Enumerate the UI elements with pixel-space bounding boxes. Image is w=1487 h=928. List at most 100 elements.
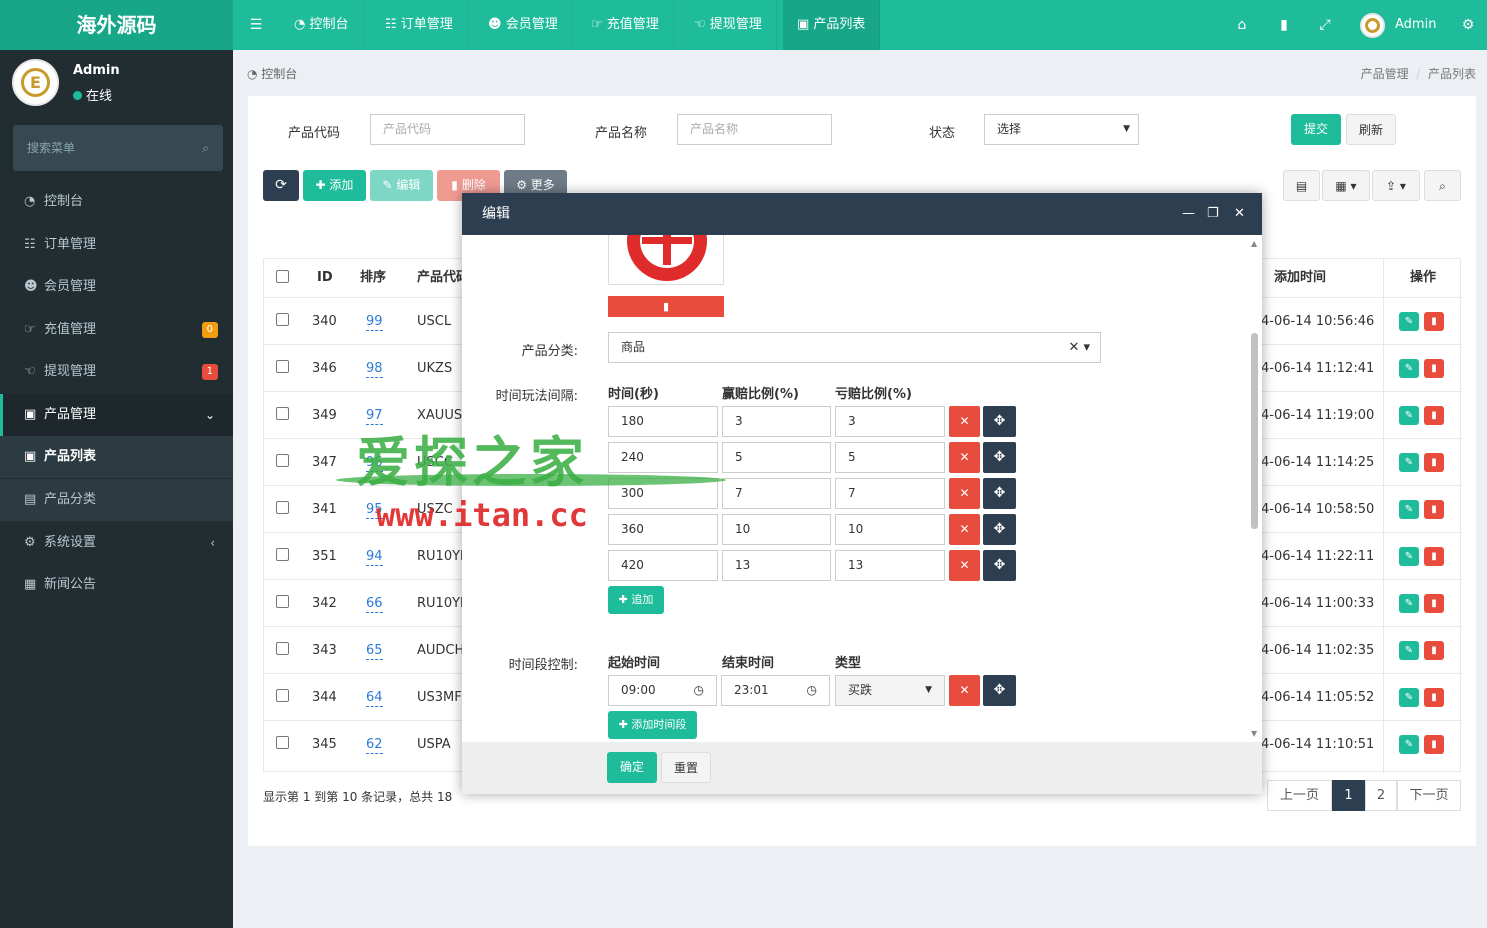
columns-button[interactable]: ▦ ▾ bbox=[1322, 170, 1370, 201]
row-edit-button[interactable]: ✎ bbox=[1399, 500, 1419, 519]
row-checkbox[interactable] bbox=[276, 689, 289, 702]
remove-interval-button[interactable]: ✕ bbox=[949, 550, 980, 581]
end-time-input[interactable]: 23:01 ◷ bbox=[721, 675, 830, 706]
remove-image-button[interactable]: ▮ bbox=[608, 296, 724, 317]
next-page-button[interactable]: 下一页 bbox=[1397, 780, 1461, 811]
row-delete-button[interactable]: ▮ bbox=[1424, 688, 1444, 707]
interval-win-input[interactable]: 7 bbox=[722, 478, 831, 509]
row-sort[interactable]: 66 bbox=[366, 580, 383, 627]
brand-title[interactable]: 海外源码 bbox=[0, 0, 233, 50]
code-filter-input[interactable]: 产品代码 bbox=[370, 114, 525, 145]
row-sort[interactable]: 64 bbox=[366, 674, 383, 721]
settings-gear-icon[interactable]: ⚙ bbox=[1448, 0, 1487, 50]
row-sort[interactable]: 95 bbox=[366, 486, 383, 533]
export-button[interactable]: ⇪ ▾ bbox=[1372, 170, 1420, 201]
minimize-icon[interactable]: — bbox=[1182, 193, 1195, 235]
select-all-checkbox[interactable] bbox=[276, 270, 289, 283]
maximize-icon[interactable]: ❐ bbox=[1207, 193, 1219, 235]
row-edit-button[interactable]: ✎ bbox=[1399, 453, 1419, 472]
row-edit-button[interactable]: ✎ bbox=[1399, 735, 1419, 754]
fullscreen-icon[interactable]: ⤢ bbox=[1305, 0, 1345, 50]
interval-loss-input[interactable]: 13 bbox=[835, 550, 945, 581]
sidebar-item-withdraw[interactable]: ☜ 提现管理 1 bbox=[0, 351, 233, 393]
start-time-input[interactable]: 09:00 ◷ bbox=[608, 675, 717, 706]
dialog-scrollbar[interactable]: ▲ ▼ bbox=[1251, 239, 1258, 742]
toggle-view-button[interactable]: ▤ bbox=[1283, 170, 1320, 201]
col-header-time[interactable]: 添加时间 bbox=[1274, 259, 1326, 297]
type-select[interactable]: 买跌 ▼ bbox=[835, 675, 945, 706]
row-edit-button[interactable]: ✎ bbox=[1399, 359, 1419, 378]
remove-period-button[interactable]: ✕ bbox=[949, 675, 980, 706]
row-delete-button[interactable]: ▮ bbox=[1424, 547, 1444, 566]
row-edit-button[interactable]: ✎ bbox=[1399, 641, 1419, 660]
interval-win-input[interactable]: 5 bbox=[722, 442, 831, 473]
row-sort[interactable]: 65 bbox=[366, 627, 383, 674]
row-sort[interactable]: 98 bbox=[366, 345, 383, 392]
confirm-button[interactable]: 确定 bbox=[607, 752, 657, 783]
row-delete-button[interactable]: ▮ bbox=[1424, 500, 1444, 519]
row-checkbox[interactable] bbox=[276, 360, 289, 373]
sidebar-item-system-settings[interactable]: ⚙ 系统设置 ‹ bbox=[0, 522, 233, 564]
row-delete-button[interactable]: ▮ bbox=[1424, 735, 1444, 754]
submit-button[interactable]: 提交 bbox=[1291, 114, 1341, 145]
row-checkbox[interactable] bbox=[276, 454, 289, 467]
menu-search-input[interactable]: 搜索菜单 ⌕ bbox=[13, 125, 223, 171]
interval-win-input[interactable]: 10 bbox=[722, 514, 831, 545]
search-icon[interactable]: ⌕ bbox=[202, 125, 209, 171]
append-button[interactable]: ✚ 追加 bbox=[608, 586, 664, 614]
scroll-down-icon[interactable]: ▼ bbox=[1251, 729, 1257, 738]
name-filter-input[interactable]: 产品名称 bbox=[677, 114, 832, 145]
interval-time-input[interactable]: 360 bbox=[608, 514, 718, 545]
interval-win-input[interactable]: 13 bbox=[722, 550, 831, 581]
top-avatar[interactable] bbox=[1360, 13, 1385, 38]
row-checkbox[interactable] bbox=[276, 313, 289, 326]
row-checkbox[interactable] bbox=[276, 642, 289, 655]
prev-page-button[interactable]: 上一页 bbox=[1267, 780, 1332, 811]
sidebar-item-product-list[interactable]: ▣ 产品列表 bbox=[0, 436, 233, 478]
row-checkbox[interactable] bbox=[276, 736, 289, 749]
refresh-button[interactable]: 刷新 bbox=[1346, 114, 1396, 145]
add-period-button[interactable]: ✚ 添加时间段 bbox=[608, 711, 697, 739]
row-edit-button[interactable]: ✎ bbox=[1399, 406, 1419, 425]
sidebar-item-members[interactable]: ☻ 会员管理 bbox=[0, 266, 233, 308]
reload-button[interactable]: ⟳ bbox=[263, 170, 299, 201]
nav-dashboard[interactable]: ◔ 控制台 bbox=[280, 0, 364, 50]
row-edit-button[interactable]: ✎ bbox=[1399, 594, 1419, 613]
interval-loss-input[interactable]: 10 bbox=[835, 514, 945, 545]
scroll-up-icon[interactable]: ▲ bbox=[1251, 239, 1257, 248]
row-checkbox[interactable] bbox=[276, 548, 289, 561]
row-delete-button[interactable]: ▮ bbox=[1424, 312, 1444, 331]
interval-loss-input[interactable]: 7 bbox=[835, 478, 945, 509]
row-sort[interactable]: 62 bbox=[366, 721, 383, 768]
clear-caret-icon[interactable]: ✕ ▾ bbox=[1068, 333, 1090, 362]
row-delete-button[interactable]: ▮ bbox=[1424, 359, 1444, 378]
row-sort[interactable]: 99 bbox=[366, 298, 383, 345]
row-sort[interactable]: 97 bbox=[366, 392, 383, 439]
home-icon[interactable]: ⌂ bbox=[1222, 0, 1262, 50]
drag-interval-handle[interactable]: ✥ bbox=[983, 514, 1016, 545]
close-icon[interactable]: ✕ bbox=[1234, 193, 1245, 235]
interval-loss-input[interactable]: 3 bbox=[835, 406, 945, 437]
drag-interval-handle[interactable]: ✥ bbox=[983, 478, 1016, 509]
row-delete-button[interactable]: ▮ bbox=[1424, 453, 1444, 472]
col-header-sort[interactable]: 排序 bbox=[360, 259, 386, 297]
drag-interval-handle[interactable]: ✥ bbox=[983, 550, 1016, 581]
row-delete-button[interactable]: ▮ bbox=[1424, 641, 1444, 660]
row-edit-button[interactable]: ✎ bbox=[1399, 688, 1419, 707]
status-select[interactable]: 选择 ▼ bbox=[984, 114, 1139, 145]
sidebar-item-dashboard[interactable]: ◔ 控制台 bbox=[0, 181, 233, 223]
interval-time-input[interactable]: 420 bbox=[608, 550, 718, 581]
row-edit-button[interactable]: ✎ bbox=[1399, 312, 1419, 331]
row-delete-button[interactable]: ▮ bbox=[1424, 406, 1444, 425]
interval-loss-input[interactable]: 5 bbox=[835, 442, 945, 473]
add-button[interactable]: ✚ 添加 bbox=[303, 170, 366, 201]
page-2-button[interactable]: 2 bbox=[1365, 780, 1397, 811]
nav-members[interactable]: ☻ 会员管理 bbox=[474, 0, 573, 50]
row-checkbox[interactable] bbox=[276, 501, 289, 514]
row-sort[interactable]: 96 bbox=[366, 439, 383, 486]
sidebar-item-product-category[interactable]: ▤ 产品分类 bbox=[0, 479, 233, 521]
top-username[interactable]: Admin bbox=[1395, 0, 1436, 50]
row-checkbox[interactable] bbox=[276, 595, 289, 608]
interval-time-input[interactable]: 300 bbox=[608, 478, 718, 509]
drag-interval-handle[interactable]: ✥ bbox=[983, 442, 1016, 473]
